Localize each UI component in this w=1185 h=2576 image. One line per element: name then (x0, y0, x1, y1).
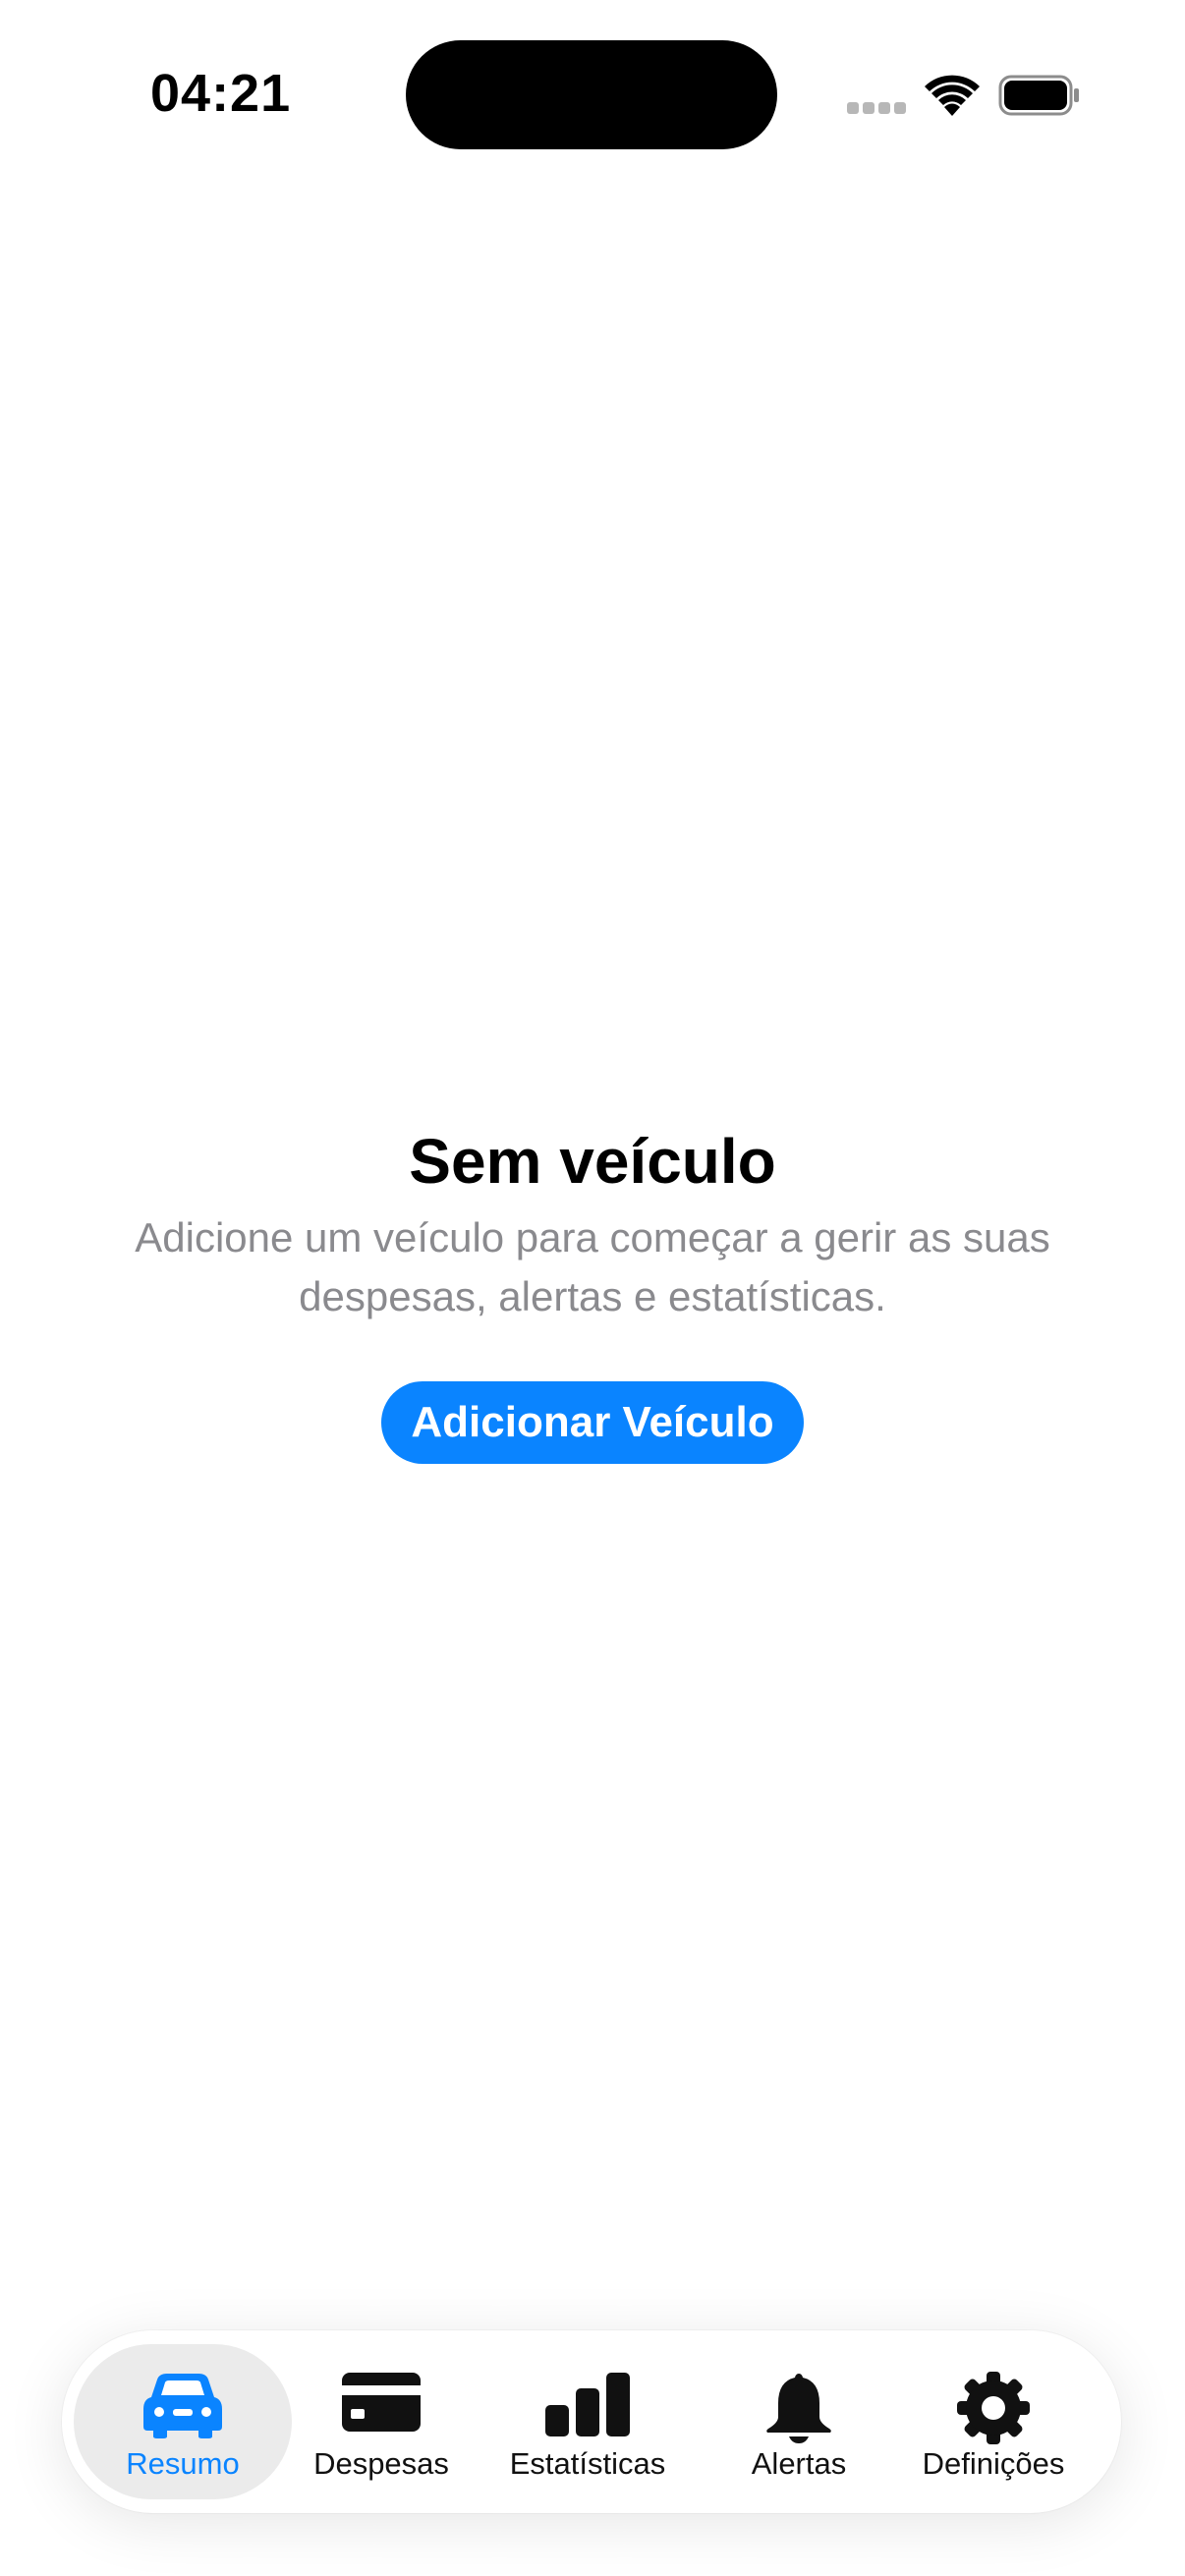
wifi-icon (925, 75, 980, 116)
tab-definicoes[interactable]: Definições (900, 2344, 1087, 2499)
tab-label: Despesas (313, 2446, 449, 2481)
empty-state-subtitle: Adicione um veículo para começar a gerir… (135, 1214, 1050, 1319)
status-time: 04:21 (150, 64, 292, 123)
dynamic-island (406, 40, 777, 149)
tab-label: Alertas (751, 2446, 847, 2481)
bar-chart-icon (545, 2373, 630, 2436)
gear-icon (957, 2372, 1030, 2444)
credit-card-icon (342, 2373, 421, 2432)
empty-state-title: Sem veículo (409, 1126, 776, 1197)
battery-icon (998, 75, 1079, 116)
tab-despesas[interactable]: Despesas (292, 2344, 471, 2499)
tab-resumo[interactable]: Resumo (74, 2344, 292, 2499)
tab-label: Estatísticas (509, 2446, 666, 2481)
empty-state: Sem veículo Adicione um veículo para com… (0, 1100, 1185, 1464)
add-vehicle-button[interactable]: Adicionar Veículo (381, 1381, 804, 1464)
tab-alertas[interactable]: Alertas (720, 2344, 877, 2499)
car-icon (143, 2374, 222, 2438)
status-bar: 04:21 (0, 0, 1185, 187)
tab-label: Definições (922, 2446, 1065, 2481)
tab-estatisticas[interactable]: Estatísticas (480, 2344, 696, 2499)
cellular-signal-icon (847, 102, 908, 116)
tab-bar: Resumo Despesas Estatísticas Alertas Def… (62, 2330, 1121, 2513)
bell-icon (766, 2374, 831, 2443)
tab-label: Resumo (126, 2446, 240, 2481)
